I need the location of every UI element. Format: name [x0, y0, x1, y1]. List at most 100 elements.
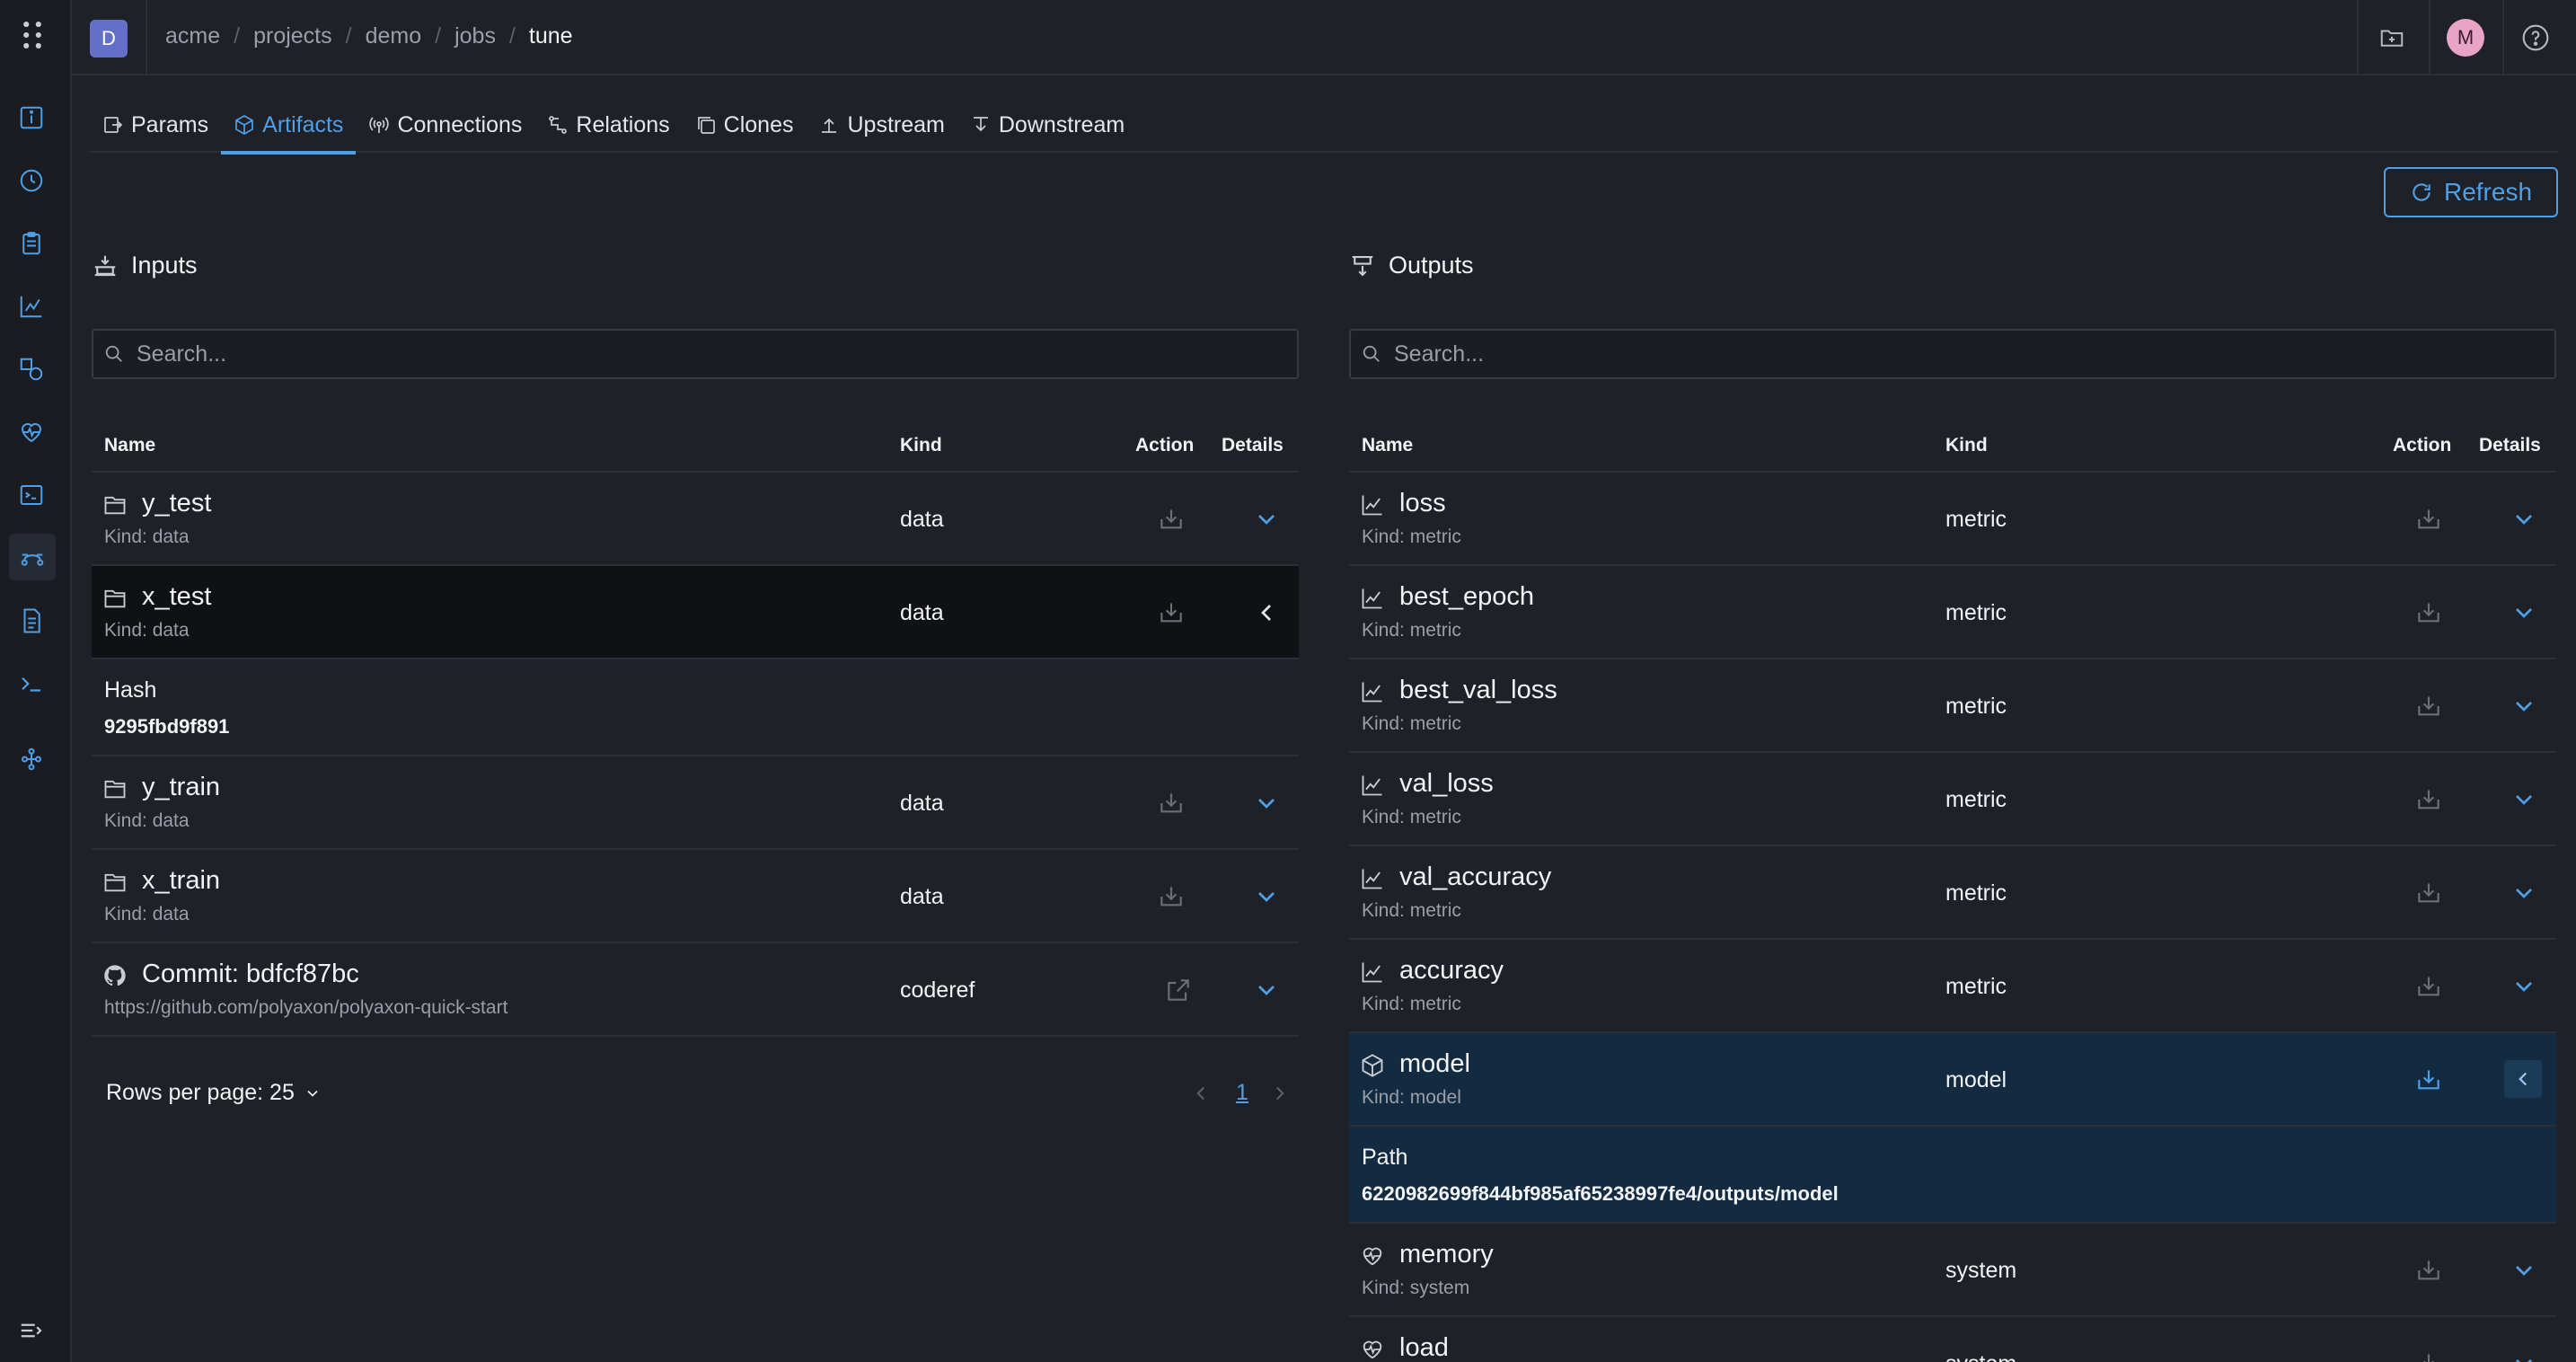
chevron-down-icon[interactable]	[2510, 598, 2538, 627]
expand-sidebar-icon[interactable]	[16, 1315, 47, 1346]
chevron-down-icon[interactable]	[1252, 505, 1281, 534]
chevron-down-icon[interactable]	[2510, 1256, 2538, 1285]
refresh-button[interactable]: Refresh	[2384, 167, 2558, 217]
table-row[interactable]: best_epoch Kind: metric metric	[1349, 566, 2556, 659]
download-icon[interactable]	[2414, 785, 2443, 814]
download-icon[interactable]	[1157, 882, 1186, 911]
table-row[interactable]: val_loss Kind: metric metric	[1349, 753, 2556, 846]
shapes-icon[interactable]	[16, 354, 47, 385]
download-icon[interactable]	[2414, 692, 2443, 721]
row-subtitle: https://github.com/polyaxon/polyaxon-qui…	[104, 997, 508, 1018]
download-icon[interactable]	[2414, 598, 2443, 627]
table-row-selected[interactable]: model Kind: model model	[1349, 1033, 2556, 1127]
prev-page-icon[interactable]	[1189, 1082, 1213, 1105]
table-row[interactable]: load system	[1349, 1317, 2556, 1362]
tab-upstream[interactable]: Upstream	[806, 97, 957, 153]
folder-add-icon[interactable]	[2373, 19, 2411, 57]
rows-per-page-select[interactable]: Rows per page: 25	[106, 1080, 322, 1106]
breadcrumb-acme[interactable]: acme	[165, 23, 220, 49]
next-page-icon[interactable]	[1268, 1082, 1292, 1105]
chevron-down-icon[interactable]	[2510, 972, 2538, 1001]
page-number[interactable]: 1	[1236, 1080, 1248, 1106]
tab-downstream[interactable]: Downstream	[957, 97, 1137, 153]
graph-nodes-icon[interactable]	[16, 744, 47, 774]
download-icon[interactable]	[1157, 505, 1186, 534]
chevron-down-icon[interactable]	[2510, 879, 2538, 907]
chevron-left-icon[interactable]	[1252, 598, 1281, 627]
user-avatar[interactable]: M	[2447, 19, 2484, 57]
table-row[interactable]: y_test Kind: data data	[92, 473, 1299, 566]
table-row-selected[interactable]: x_test Kind: data data	[92, 566, 1299, 659]
inputs-search-input[interactable]	[137, 340, 1286, 367]
help-icon[interactable]	[2517, 19, 2554, 57]
table-row[interactable]: Commit: bdfcf87bc https://github.com/pol…	[92, 943, 1299, 1037]
row-subtitle: Kind: metric	[1362, 900, 1461, 921]
inputs-panel: Inputs Name Kind Action Details y_test K…	[92, 252, 1299, 1362]
outputs-title-text: Outputs	[1389, 252, 1474, 279]
row-name: val_loss	[1399, 769, 1494, 798]
outputs-search-input[interactable]	[1394, 340, 2544, 367]
download-icon[interactable]	[1157, 789, 1186, 818]
terminal-prompt-icon[interactable]	[16, 668, 47, 699]
header-kind[interactable]: Kind	[1945, 435, 1988, 456]
search-icon	[1363, 345, 1380, 362]
apps-grid-icon[interactable]	[20, 20, 45, 50]
collapse-details-button[interactable]	[2504, 1060, 2542, 1098]
org-avatar[interactable]: D	[90, 20, 128, 57]
heart-pulse-icon	[1363, 1340, 1382, 1359]
chevron-down-icon[interactable]	[1252, 789, 1281, 818]
cube-icon	[1362, 1054, 1383, 1077]
info-icon[interactable]	[16, 102, 47, 133]
row-kind: coderef	[900, 977, 975, 1003]
clipboard-icon[interactable]	[16, 228, 47, 259]
table-row[interactable]: memory Kind: system system	[1349, 1224, 2556, 1317]
tab-label: Connections	[397, 111, 523, 137]
table-row[interactable]: best_val_loss Kind: metric metric	[1349, 659, 2556, 753]
download-icon[interactable]	[2414, 1256, 2443, 1285]
header-name[interactable]: Name	[1362, 435, 1413, 456]
tab-clones[interactable]: Clones	[683, 97, 807, 153]
external-link-icon[interactable]	[1164, 976, 1193, 1004]
chart-icon[interactable]	[16, 291, 47, 322]
row-subtitle: Kind: data	[104, 904, 190, 924]
metric-chart-icon	[1362, 682, 1382, 703]
row-kind: data	[900, 600, 944, 625]
header-action: Action	[1135, 435, 1195, 455]
breadcrumb-separator: /	[435, 23, 442, 49]
chevron-down-icon[interactable]	[2510, 692, 2538, 721]
row-name: load	[1399, 1333, 1449, 1362]
header-kind[interactable]: Kind	[900, 435, 942, 456]
chevron-down-icon[interactable]	[2510, 1349, 2538, 1362]
table-row[interactable]: accuracy Kind: metric metric	[1349, 940, 2556, 1033]
chevron-down-icon[interactable]	[1252, 976, 1281, 1004]
tab-relations[interactable]: Relations	[534, 97, 682, 153]
download-icon[interactable]	[1157, 598, 1186, 627]
download-icon[interactable]	[2414, 1066, 2443, 1094]
breadcrumb-jobs[interactable]: jobs	[454, 23, 496, 49]
download-icon[interactable]	[2414, 972, 2443, 1001]
table-row[interactable]: y_train Kind: data data	[92, 756, 1299, 850]
download-icon[interactable]	[2414, 879, 2443, 907]
breadcrumb-projects[interactable]: projects	[253, 23, 332, 49]
table-row[interactable]: x_train Kind: data data	[92, 850, 1299, 943]
document-icon[interactable]	[16, 606, 47, 636]
health-heart-icon[interactable]	[16, 417, 47, 447]
refresh-label: Refresh	[2443, 178, 2533, 206]
lineage-icon[interactable]	[9, 534, 56, 580]
tab-connections[interactable]: Connections	[356, 97, 534, 153]
terminal-window-icon[interactable]	[16, 480, 47, 510]
history-clock-icon[interactable]	[16, 165, 47, 196]
table-row[interactable]: loss Kind: metric metric	[1349, 473, 2556, 566]
header-name[interactable]: Name	[104, 435, 155, 456]
row-subtitle: Kind: system	[1362, 1278, 1470, 1298]
download-icon[interactable]	[2414, 505, 2443, 534]
tab-params[interactable]: Params	[90, 97, 221, 153]
chevron-down-icon[interactable]	[1252, 882, 1281, 911]
expanded-details: Path 6220982699f844bf985af65238997fe4/ou…	[1349, 1127, 2556, 1224]
table-row[interactable]: val_accuracy Kind: metric metric	[1349, 846, 2556, 940]
download-icon[interactable]	[2414, 1349, 2443, 1362]
chevron-down-icon[interactable]	[2510, 785, 2538, 814]
breadcrumb-demo[interactable]: demo	[366, 23, 422, 49]
tab-artifacts[interactable]: Artifacts	[221, 97, 357, 155]
chevron-down-icon[interactable]	[2510, 505, 2538, 534]
